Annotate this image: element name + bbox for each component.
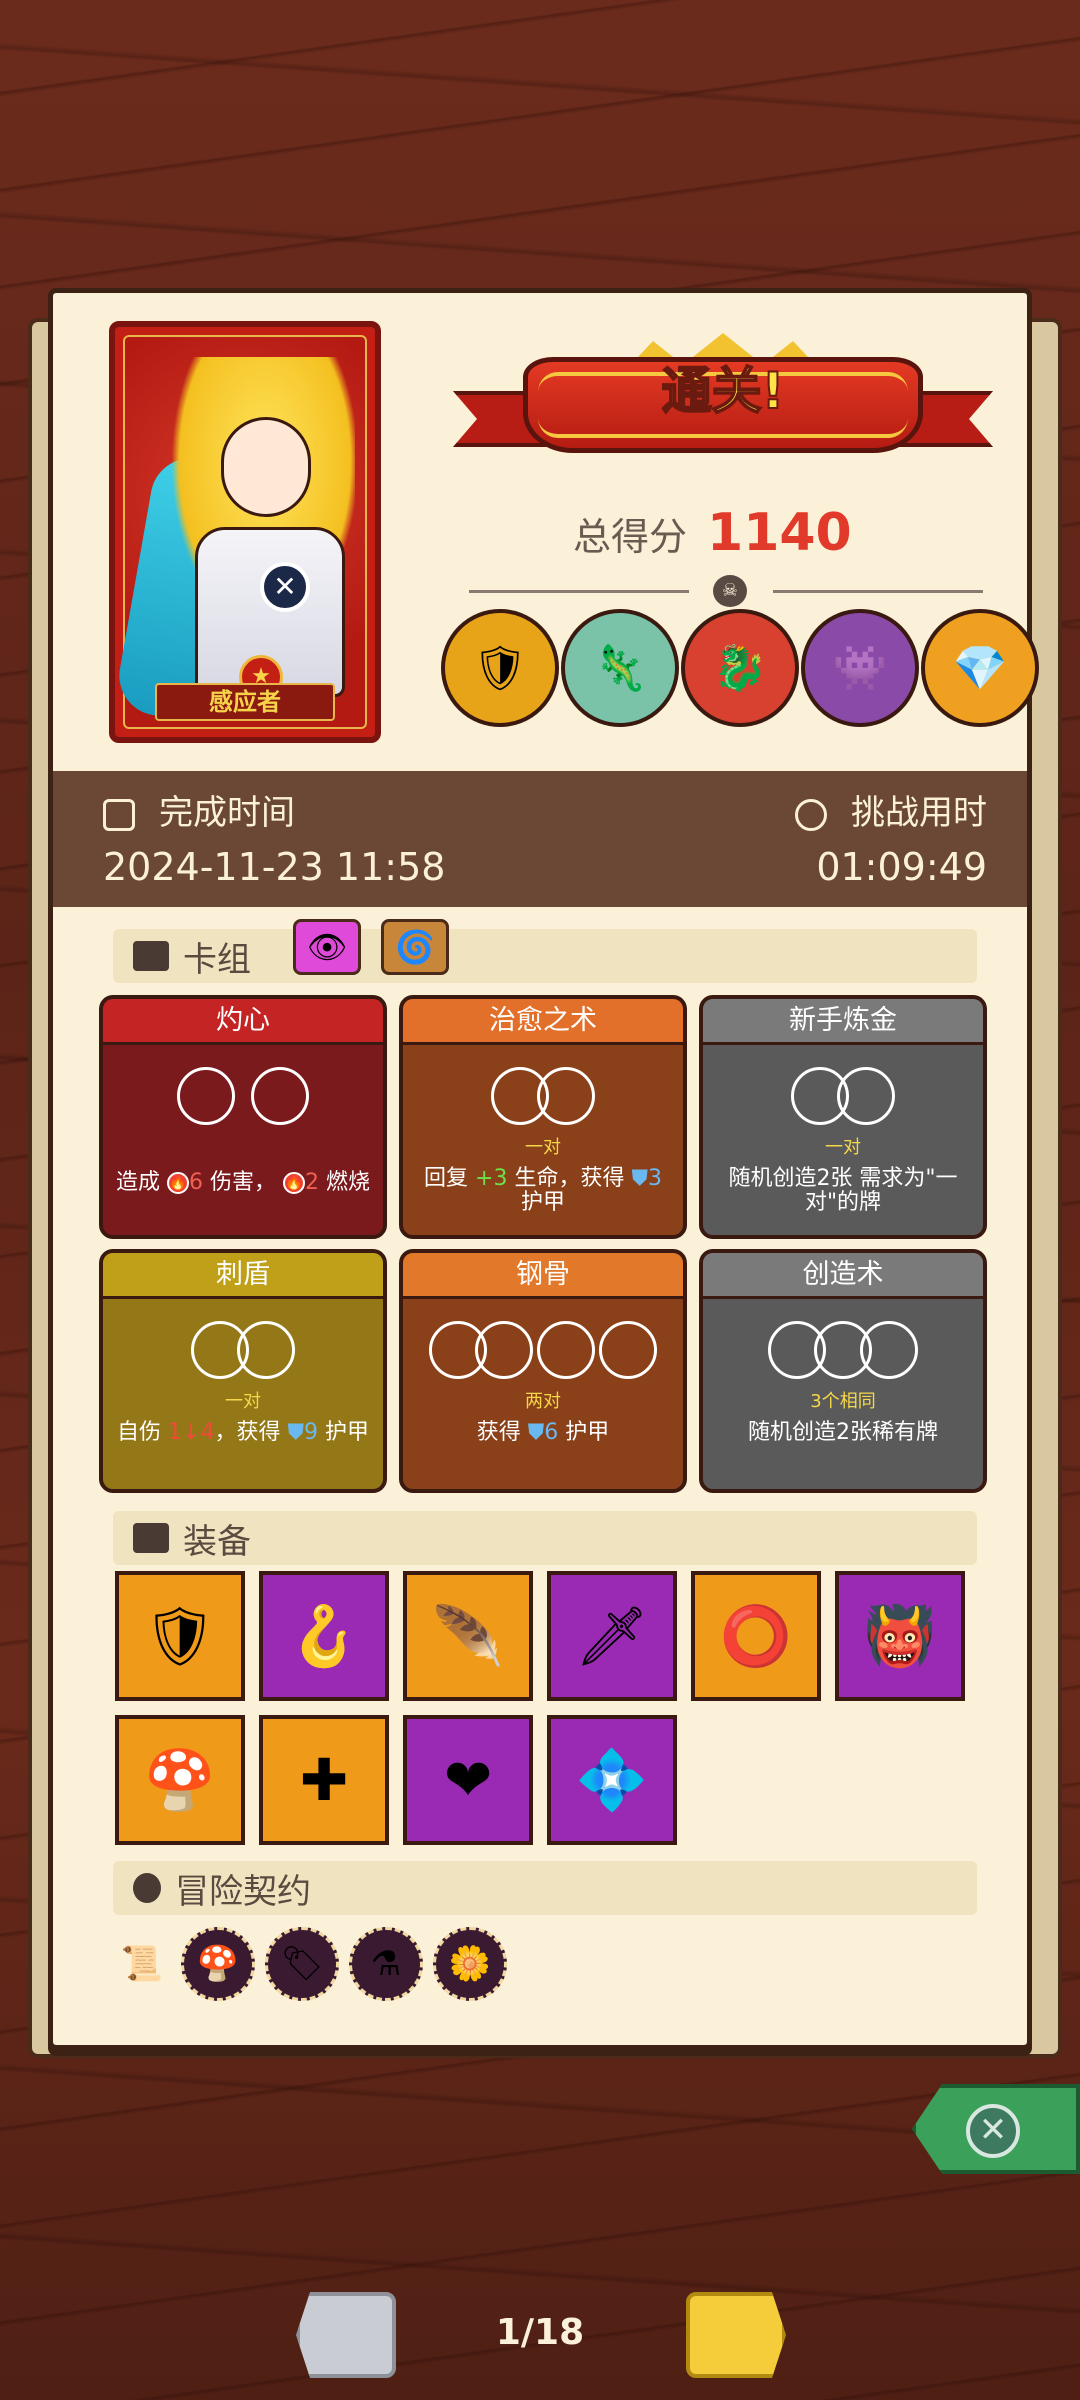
deck-section-header: 卡组	[113, 929, 977, 983]
character-portrait[interactable]: ✕ ★ 感应者	[109, 321, 381, 743]
score-label: 总得分	[573, 514, 688, 559]
card-刺盾[interactable]: 刺盾 一对 自伤 1↓4，获得 ⛊9 护甲	[99, 1249, 387, 1493]
contracts-label: 冒险契约	[175, 1871, 311, 1912]
contracts-section-header: 冒险契约	[113, 1861, 977, 1915]
fire-slot-icon	[177, 1067, 235, 1125]
complete-time-label: 完成时间	[159, 793, 295, 833]
card-desc: 获得 ⛊6 护甲	[476, 1420, 610, 1445]
card-title: 钢骨	[403, 1253, 683, 1299]
defeated-bosses: 🛡 🦎 🐉 👾 💎	[441, 609, 1039, 727]
card-desc: 随机创造2张稀有牌	[748, 1420, 938, 1445]
deck-filter-swirl-button[interactable]: 🌀	[381, 919, 449, 975]
cards-icon	[133, 941, 169, 971]
card-治愈之术[interactable]: 治愈之术 一对 回复 +3 生命，获得 ⛊3 护甲	[399, 995, 687, 1239]
equipment-section-header: 装备	[113, 1511, 977, 1565]
shield-icon: ⛊	[631, 1166, 648, 1191]
banner-title: 通关!	[661, 361, 786, 421]
card-钢骨[interactable]: 钢骨 两对 获得 ⛊6 护甲	[399, 1249, 687, 1493]
burn-icon: 🔥	[283, 1172, 305, 1194]
crystal-dagger-icon[interactable]: 🗡	[547, 1571, 677, 1701]
card-requirement: 两对	[525, 1391, 561, 1412]
card-desc: 造成 🔥 6 伤害， 🔥 2 燃烧	[115, 1170, 371, 1195]
card-requirement: 3个相同	[810, 1391, 876, 1412]
purple-beast-boss-icon[interactable]: 👾	[801, 609, 919, 727]
page-indicator: 1/18	[495, 2312, 585, 2353]
close-button[interactable]: ✕	[912, 2084, 1080, 2174]
duration-header: 挑战用时	[795, 785, 987, 834]
deck-label: 卡组	[183, 939, 251, 980]
card-requirement: 一对	[225, 1391, 261, 1412]
fire-icon: 🔥	[166, 1172, 189, 1194]
crystal-golem-boss-icon[interactable]: 💎	[921, 609, 1039, 727]
shield-icon: ⛊	[527, 1420, 545, 1445]
card-requirement: 一对	[525, 1137, 561, 1158]
hero-orb-icon: ✕	[260, 562, 310, 612]
portrait-frame: ✕ ★	[115, 335, 367, 729]
complete-time-value: 2024-11-23 11:58	[103, 845, 446, 889]
victory-banner: 通关!	[453, 333, 993, 483]
close-icon: ✕	[966, 2104, 1020, 2158]
total-score: 总得分 1140	[573, 503, 852, 563]
shield-icon: ⛊	[287, 1420, 304, 1445]
prev-page-button[interactable]	[296, 2292, 396, 2378]
pager: 1/18	[0, 2292, 1080, 2382]
golden-cross-icon[interactable]: ✚	[259, 1715, 389, 1845]
card-title: 新手炼金	[703, 999, 983, 1045]
lava-ring-icon[interactable]: ⭕	[691, 1571, 821, 1701]
card-灼心[interactable]: 灼心 造成 🔥 6 伤害， 🔥 2 燃烧	[99, 995, 387, 1239]
knight-boss-icon[interactable]: 🛡	[441, 609, 559, 727]
skull-icon: ☠	[713, 575, 747, 607]
duration-label: 挑战用时	[851, 793, 987, 833]
character-name: 感应者	[155, 683, 335, 721]
demon-mask-icon[interactable]: 👹	[835, 1571, 965, 1701]
film-icon	[103, 798, 135, 831]
score-value: 1140	[707, 503, 852, 563]
hero-face	[221, 417, 311, 517]
potion-contract-icon[interactable]: ⚗	[349, 1927, 423, 2001]
blue-hook-icon[interactable]: 🪝	[259, 1571, 389, 1701]
green-gem-icon[interactable]: 💠	[547, 1715, 677, 1845]
boss-divider: ☠	[443, 575, 1013, 607]
lizard-boss-icon[interactable]: 🦎	[561, 609, 679, 727]
stopwatch-icon	[795, 798, 827, 831]
complete-time-header: 完成时间	[103, 785, 295, 834]
fire-slot-icon	[251, 1067, 309, 1125]
flower-contract-icon[interactable]: 🌼	[433, 1927, 507, 2001]
card-创造术[interactable]: 创造术 3个相同 随机创造2张稀有牌	[699, 1249, 987, 1493]
equipment-label: 装备	[183, 1521, 251, 1562]
mushroom-contract-icon[interactable]: 🍄	[181, 1927, 255, 2001]
result-panel: ✕ ★ 感应者 通关! 总得分 1140 ☠ 🛡 🦎 🐉 👾 💎 完成时间 挑战…	[48, 288, 1039, 2050]
deck-filter-eye-button[interactable]: 👁	[293, 919, 361, 975]
card-title: 创造术	[703, 1253, 983, 1299]
card-desc: 回复 +3 生命，获得 ⛊3 护甲	[424, 1166, 662, 1215]
time-strip: 完成时间 挑战用时 2024-11-23 11:58 01:09:49	[53, 771, 1027, 907]
card-desc: 自伤 1↓4，获得 ⛊9 护甲	[117, 1420, 369, 1445]
blue-mushroom-icon[interactable]: 🍄	[115, 1715, 245, 1845]
next-page-button[interactable]	[686, 2292, 786, 2378]
card-title: 刺盾	[103, 1253, 383, 1299]
card-title: 治愈之术	[403, 999, 683, 1045]
card-新手炼金[interactable]: 新手炼金 一对 随机创造2张 需求为"一对"的牌	[699, 995, 987, 1239]
scroll-icon[interactable]: 📜	[105, 1927, 179, 2001]
card-desc: 随机创造2张 需求为"一对"的牌	[728, 1166, 958, 1215]
green-feather-icon[interactable]: 🪶	[403, 1571, 533, 1701]
heart-stone-icon[interactable]: ❤	[403, 1715, 533, 1845]
crystal-shield-icon[interactable]: 🛡	[115, 1571, 245, 1701]
card-requirement: 一对	[825, 1137, 861, 1158]
card-title: 灼心	[103, 999, 383, 1045]
tag-contract-icon[interactable]: 🏷	[265, 1927, 339, 2001]
dragon-boss-icon[interactable]: 🐉	[681, 609, 799, 727]
person-icon	[133, 1873, 161, 1903]
box-icon	[133, 1523, 169, 1553]
duration-value: 01:09:49	[816, 845, 987, 889]
